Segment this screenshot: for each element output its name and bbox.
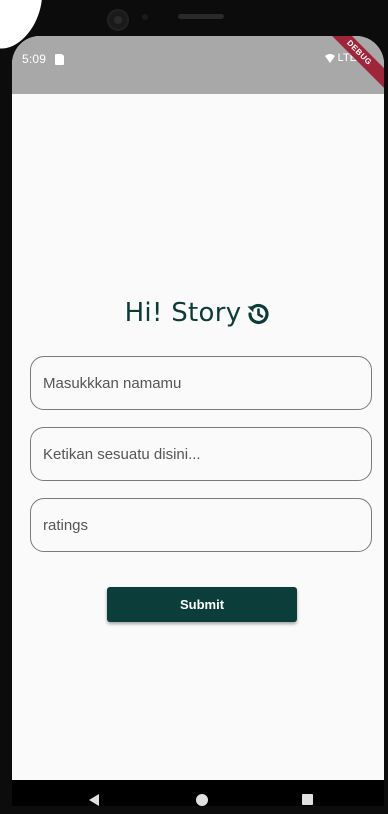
status-bar: 5:09 LTE DEBUG bbox=[12, 36, 384, 94]
system-nav-bar bbox=[12, 780, 384, 806]
front-camera bbox=[107, 9, 129, 31]
back-icon[interactable] bbox=[89, 794, 99, 806]
phone-frame: 5:09 LTE DEBUG Hi! Story Submit bbox=[0, 0, 388, 814]
home-icon[interactable] bbox=[196, 794, 208, 806]
app-screen: 5:09 LTE DEBUG Hi! Story Submit bbox=[12, 36, 384, 806]
app-logo: Hi! Story bbox=[12, 298, 384, 328]
rating-input[interactable] bbox=[30, 498, 372, 552]
recents-icon[interactable] bbox=[302, 794, 313, 805]
history-icon bbox=[247, 303, 270, 324]
story-input[interactable] bbox=[30, 427, 372, 481]
earpiece-speaker bbox=[178, 14, 224, 19]
phone-frame-edge bbox=[384, 36, 388, 806]
name-input[interactable] bbox=[30, 356, 372, 410]
wifi-icon bbox=[324, 54, 335, 63]
logo-text: Hi! Story bbox=[124, 298, 242, 328]
sd-card-icon bbox=[55, 54, 64, 65]
submit-button[interactable]: Submit bbox=[107, 587, 297, 622]
proximity-sensor bbox=[142, 14, 148, 20]
status-time: 5:09 bbox=[22, 52, 47, 66]
